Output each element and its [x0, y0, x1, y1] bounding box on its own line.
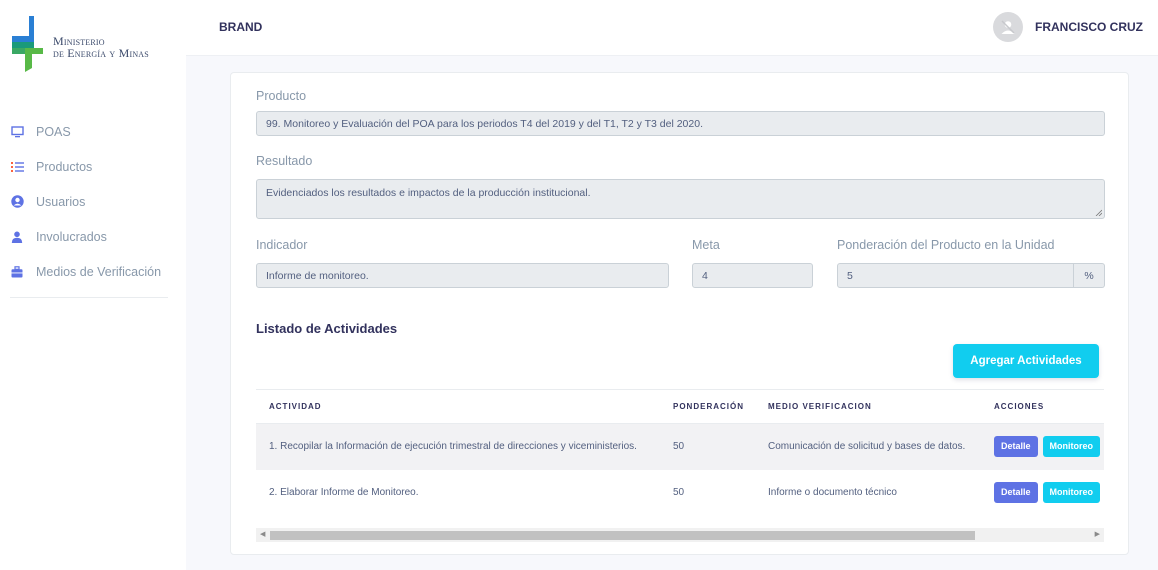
ministry-logo-mark	[12, 16, 43, 72]
user-avatar-icon	[1001, 20, 1015, 34]
sidebar-item-medios-verificacion[interactable]: Medios de Verificación	[0, 254, 186, 289]
scrollbar-thumb[interactable]	[270, 531, 975, 540]
sidebar-nav: POAS Productos Usuarios Involucrados Med…	[0, 114, 186, 289]
sidebar-item-usuarios[interactable]: Usuarios	[0, 184, 186, 219]
actividades-table-container: ACTIVIDAD PONDERACIÓN MEDIO VERIFICACION…	[256, 389, 1104, 539]
medio-cell: Comunicación de solicitud y bases de dat…	[755, 423, 981, 470]
top-navbar: BRAND FRANCISCO CRUZ	[186, 0, 1158, 56]
column-header-medio-verificacion: MEDIO VERIFICACION	[755, 389, 981, 424]
indicador-label: Indicador	[256, 238, 308, 252]
user-name: FRANCISCO CRUZ	[1035, 20, 1143, 34]
indicador-field[interactable]: Informe de monitoreo.	[256, 263, 669, 288]
medio-cell: Informe o documento técnico	[768, 487, 897, 498]
sidebar-item-label: Involucrados	[36, 229, 107, 244]
actividades-table: ACTIVIDAD PONDERACIÓN MEDIO VERIFICACION…	[256, 389, 1104, 516]
column-header-ponderacion: PONDERACIÓN	[660, 389, 755, 424]
ponderacion-cell: 50	[673, 487, 685, 498]
table-row: 2. Elaborar Informe de Monitoreo. 50 Inf…	[256, 470, 1104, 516]
sidebar-item-label: Medios de Verificación	[36, 264, 162, 279]
indicador-value: Informe de monitoreo.	[266, 269, 369, 282]
percent-addon: %	[1074, 263, 1105, 288]
user-icon	[10, 230, 24, 244]
sidebar: Ministerio de Energía y Minas POAS Produ…	[0, 0, 186, 570]
producto-value: 99. Monitoreo y Evaluación del POA para …	[266, 117, 703, 130]
ministry-logo[interactable]: Ministerio de Energía y Minas	[8, 14, 183, 72]
acciones-cell: Detalle Monitoreo	[981, 423, 1104, 470]
ponderacion-label: Ponderación del Producto en la Unidad	[837, 238, 1055, 252]
monitoreo-button[interactable]: Monitoreo	[1042, 436, 1101, 458]
avatar	[993, 12, 1023, 42]
scroll-right-icon[interactable]: ▶	[1095, 531, 1100, 539]
sidebar-item-poas[interactable]: POAS	[0, 114, 186, 149]
ponderacion-field[interactable]: 5	[837, 263, 1074, 288]
brand-link[interactable]: BRAND	[219, 20, 262, 34]
detalle-button[interactable]: Detalle	[994, 436, 1038, 458]
horizontal-scrollbar[interactable]: ◀ ▶	[256, 528, 1104, 542]
sidebar-item-productos[interactable]: Productos	[0, 149, 186, 184]
sidebar-item-label: POAS	[36, 124, 71, 139]
resultado-value: Evidenciados los resultados e impactos d…	[266, 187, 591, 199]
acciones-cell: Detalle Monitoreo	[981, 470, 1104, 516]
actividades-title: Listado de Actividades	[256, 321, 398, 336]
scroll-left-icon[interactable]: ◀	[260, 531, 265, 539]
actividad-cell: 1. Recopilar la Información de ejecución…	[256, 423, 660, 470]
sidebar-divider	[10, 297, 168, 298]
producto-field[interactable]: 99. Monitoreo y Evaluación del POA para …	[256, 111, 1105, 136]
briefcase-icon	[10, 265, 24, 279]
resultado-label: Resultado	[256, 154, 313, 168]
add-activity-button[interactable]: Agregar Actividades	[953, 344, 1099, 378]
sidebar-item-label: Usuarios	[36, 194, 86, 209]
detalle-button[interactable]: Detalle	[994, 482, 1038, 503]
table-header-row: ACTIVIDAD PONDERACIÓN MEDIO VERIFICACION…	[256, 389, 1104, 424]
list-icon	[10, 160, 24, 174]
sidebar-item-label: Productos	[36, 159, 93, 174]
ponderacion-value: 5	[847, 269, 853, 282]
monitoreo-button[interactable]: Monitoreo	[1042, 482, 1101, 503]
meta-field[interactable]: 4	[692, 263, 813, 288]
user-circle-icon	[10, 195, 24, 209]
column-header-actividad: ACTIVIDAD	[256, 389, 660, 424]
meta-label: Meta	[692, 238, 720, 252]
sidebar-item-involucrados[interactable]: Involucrados	[0, 219, 186, 254]
ministry-name-line2: de Energía y Minas	[53, 46, 149, 60]
column-header-acciones: ACCIONES	[981, 389, 1104, 424]
user-menu[interactable]: FRANCISCO CRUZ	[993, 12, 1143, 42]
ponderacion-cell: 50	[660, 423, 755, 470]
table-row: 1. Recopilar la Información de ejecución…	[256, 423, 1104, 470]
ministry-name: Ministerio de Energía y Minas	[53, 35, 149, 59]
actividad-cell: 2. Elaborar Informe de Monitoreo.	[269, 487, 419, 498]
resultado-textarea[interactable]: Evidenciados los resultados e impactos d…	[256, 179, 1105, 219]
producto-label: Producto	[256, 89, 307, 103]
monitor-icon	[10, 125, 24, 139]
meta-value: 4	[702, 269, 708, 282]
resize-handle-icon[interactable]	[1095, 209, 1102, 216]
product-detail-card: Producto 99. Monitoreo y Evaluación del …	[230, 72, 1129, 555]
